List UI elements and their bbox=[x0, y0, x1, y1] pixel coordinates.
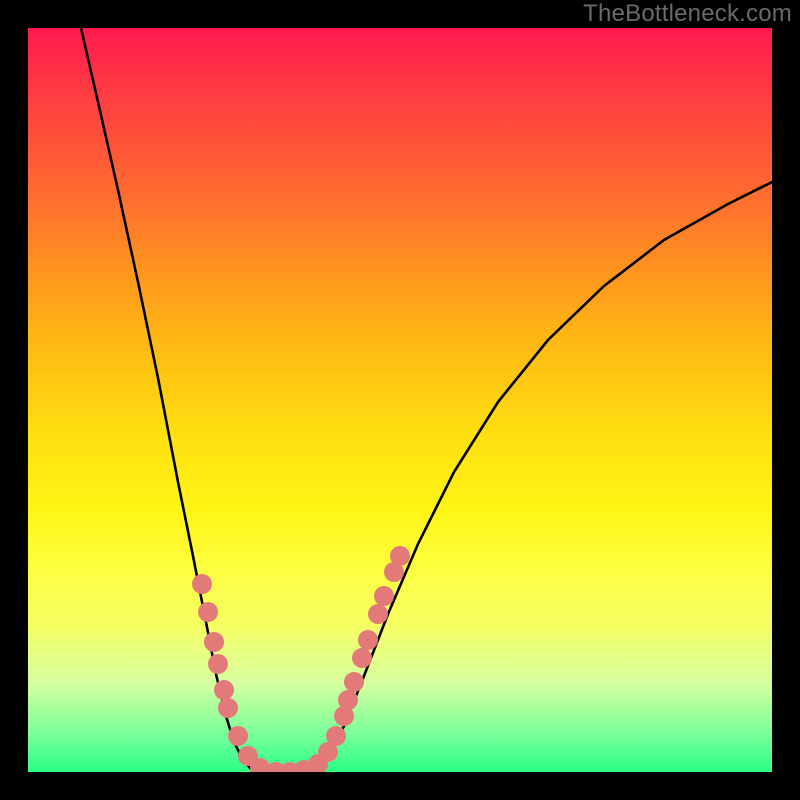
highlight-dot bbox=[326, 726, 346, 746]
highlight-dot bbox=[390, 546, 410, 566]
highlight-dot bbox=[214, 680, 234, 700]
highlight-dot bbox=[358, 630, 378, 650]
highlight-dot bbox=[204, 632, 224, 652]
curve-left-branch bbox=[81, 28, 258, 772]
marker-group bbox=[192, 546, 410, 772]
chart-frame: TheBottleneck.com bbox=[0, 0, 800, 800]
curve-right-branch bbox=[316, 182, 772, 772]
highlight-dot bbox=[344, 672, 364, 692]
highlight-dot bbox=[338, 690, 358, 710]
highlight-dot bbox=[368, 604, 388, 624]
watermark-label: TheBottleneck.com bbox=[583, 0, 792, 28]
highlight-dot bbox=[228, 726, 248, 746]
highlight-dot bbox=[192, 574, 212, 594]
highlight-dot bbox=[198, 602, 218, 622]
chart-svg bbox=[28, 28, 772, 772]
highlight-dot bbox=[374, 586, 394, 606]
highlight-dot bbox=[218, 698, 238, 718]
highlight-dot bbox=[352, 648, 372, 668]
highlight-dot bbox=[208, 654, 228, 674]
